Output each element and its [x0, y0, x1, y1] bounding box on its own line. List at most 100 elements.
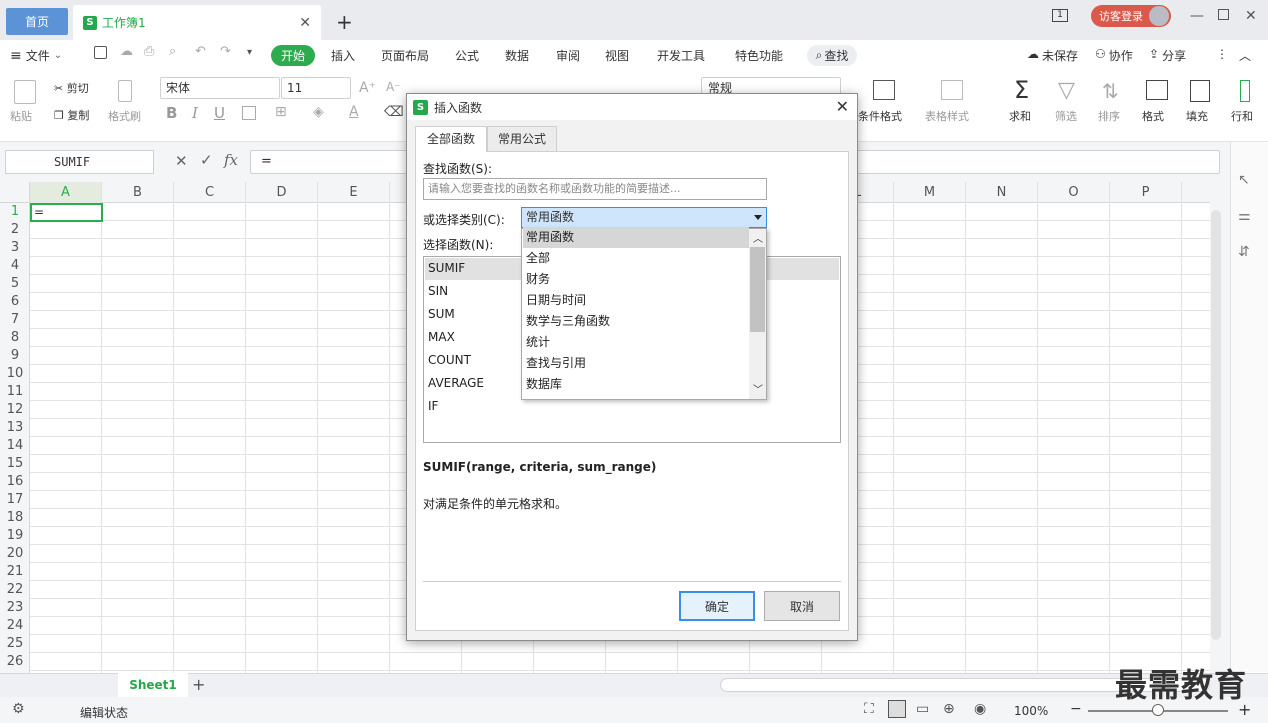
column-header[interactable]: C [174, 182, 246, 203]
fill-label[interactable]: 填充 [1186, 108, 1208, 124]
tab-view[interactable]: 视图 [605, 47, 629, 64]
quick-access-dropdown-icon[interactable]: ▾ [247, 47, 252, 58]
tab-home[interactable]: 首页 [6, 8, 68, 35]
tab-workbook[interactable]: S 工作簿1 ✕ [73, 5, 321, 40]
tab-common-formulas[interactable]: 常用公式 [487, 126, 557, 151]
function-item-sin[interactable]: SIN [428, 284, 448, 298]
row-header[interactable]: 7 [0, 311, 30, 329]
column-header[interactable]: M [894, 182, 966, 203]
ok-button[interactable]: 确定 [679, 591, 755, 621]
row-header[interactable]: 4 [0, 257, 30, 275]
sheet-tab-sheet1[interactable]: Sheet1 [118, 673, 188, 697]
active-cell-a1[interactable]: = [30, 203, 103, 222]
property-icon[interactable]: ⇵ [1238, 244, 1250, 260]
font-name-select[interactable]: 宋体 [160, 77, 280, 99]
row-header[interactable]: 22 [0, 581, 30, 599]
decrease-font-icon[interactable]: A⁻ [386, 80, 401, 94]
visitor-login-button[interactable]: 访客登录 [1091, 5, 1171, 27]
sum-icon[interactable]: Σ [1014, 76, 1029, 104]
zoom-level[interactable]: 100% [1014, 704, 1048, 718]
row-header[interactable]: 6 [0, 293, 30, 311]
column-header[interactable]: E [318, 182, 390, 203]
fx-icon[interactable]: fx [224, 151, 238, 169]
file-menu[interactable]: ≡ 文件 ⌄ [10, 47, 62, 64]
font-size-select[interactable]: 11 [281, 77, 351, 99]
add-sheet-icon[interactable]: + [192, 675, 205, 694]
new-tab-button[interactable]: + [336, 10, 353, 34]
cancel-button[interactable]: 取消 [764, 591, 840, 621]
copy-button[interactable]: ❐ 复制 [54, 107, 89, 123]
cloud-icon[interactable]: ☁ [120, 44, 133, 59]
confirm-formula-icon[interactable]: ✓ [200, 151, 213, 169]
undo-icon[interactable]: ↶ [195, 44, 206, 59]
table-style-label[interactable]: 表格样式 [925, 108, 969, 124]
category-option[interactable]: 常用函数 [523, 227, 749, 248]
font-color-icon[interactable]: A [349, 104, 359, 120]
search-button[interactable]: ⌕ 查找 [807, 45, 857, 66]
tab-special[interactable]: 特色功能 [735, 47, 783, 64]
function-item-if[interactable]: IF [428, 399, 438, 413]
more-icon[interactable]: ⋮ [1216, 47, 1228, 61]
row-header[interactable]: 13 [0, 419, 30, 437]
column-header[interactable]: O [1038, 182, 1110, 203]
filter-label[interactable]: 筛选 [1055, 108, 1077, 124]
share-button[interactable]: ⇪ 分享 [1149, 47, 1186, 64]
normal-view-icon[interactable] [888, 700, 906, 718]
preview-icon[interactable]: ⌕ [169, 44, 176, 59]
tab-review[interactable]: 审阅 [556, 47, 580, 64]
sum-label[interactable]: 求和 [1009, 108, 1031, 124]
italic-icon[interactable]: I [192, 104, 198, 122]
column-header[interactable]: D [246, 182, 318, 203]
row-header[interactable]: 16 [0, 473, 30, 491]
row-header[interactable]: 3 [0, 239, 30, 257]
name-box[interactable]: SUMIF [5, 150, 154, 174]
row-header[interactable]: 14 [0, 437, 30, 455]
row-header[interactable]: 19 [0, 527, 30, 545]
row-header[interactable]: 2 [0, 221, 30, 239]
row-header[interactable]: 23 [0, 599, 30, 617]
sort-label[interactable]: 排序 [1098, 108, 1120, 124]
fill-icon[interactable] [1190, 80, 1210, 102]
print-icon[interactable]: ⎙ [144, 44, 154, 59]
save-icon[interactable] [94, 46, 107, 59]
row-header[interactable]: 25 [0, 635, 30, 653]
collapse-ribbon-icon[interactable]: ︿ [1239, 47, 1251, 64]
row-header[interactable]: 24 [0, 617, 30, 635]
sort-icon[interactable]: ⇅ [1102, 79, 1119, 103]
conditional-format-icon[interactable] [873, 80, 895, 100]
category-select[interactable]: 常用函数 [521, 207, 767, 228]
minimize-icon[interactable]: — [1190, 8, 1204, 24]
column-header[interactable]: N [966, 182, 1038, 203]
pointer-icon[interactable]: ↖ [1238, 172, 1250, 188]
tab-developer[interactable]: 开发工具 [657, 47, 705, 64]
maximize-icon[interactable] [1218, 9, 1229, 20]
unsaved-status[interactable]: ☁ 未保存 [1027, 47, 1078, 64]
category-option[interactable]: 查找与引用 [523, 353, 749, 374]
category-option[interactable]: 日期与时间 [523, 290, 749, 311]
paste-icon[interactable] [14, 80, 36, 104]
category-option[interactable]: 财务 [523, 269, 749, 290]
format-painter-icon[interactable] [118, 80, 132, 102]
row-header[interactable]: 9 [0, 347, 30, 365]
row-col-icon[interactable] [1240, 80, 1250, 102]
row-col-label[interactable]: 行和 [1231, 108, 1253, 124]
category-option[interactable]: 数据库 [523, 374, 749, 395]
merge-icon[interactable]: ⊞ [275, 104, 287, 120]
scroll-up-icon[interactable]: ︿ [753, 230, 763, 245]
fullscreen-icon[interactable]: ⛶ [864, 701, 874, 717]
format-icon[interactable] [1146, 80, 1168, 100]
column-header[interactable]: B [102, 182, 174, 203]
tab-start[interactable]: 开始 [271, 45, 315, 66]
function-item-sum[interactable]: SUM [428, 307, 455, 321]
function-item-max[interactable]: MAX [428, 330, 455, 344]
dialog-close-icon[interactable]: ✕ [836, 97, 849, 116]
filter-icon[interactable]: ▽ [1058, 78, 1075, 103]
border-icon[interactable] [242, 106, 256, 120]
settings-sliders-icon[interactable]: ⚌ [1238, 208, 1251, 224]
search-function-input[interactable]: 请输入您要查找的函数名称或函数功能的简要描述... [423, 178, 767, 200]
function-item-sumif[interactable]: SUMIF [428, 261, 465, 275]
column-header[interactable]: A [30, 182, 102, 203]
column-header[interactable]: P [1110, 182, 1182, 203]
row-header[interactable]: 21 [0, 563, 30, 581]
tab-formulas[interactable]: 公式 [455, 47, 479, 64]
